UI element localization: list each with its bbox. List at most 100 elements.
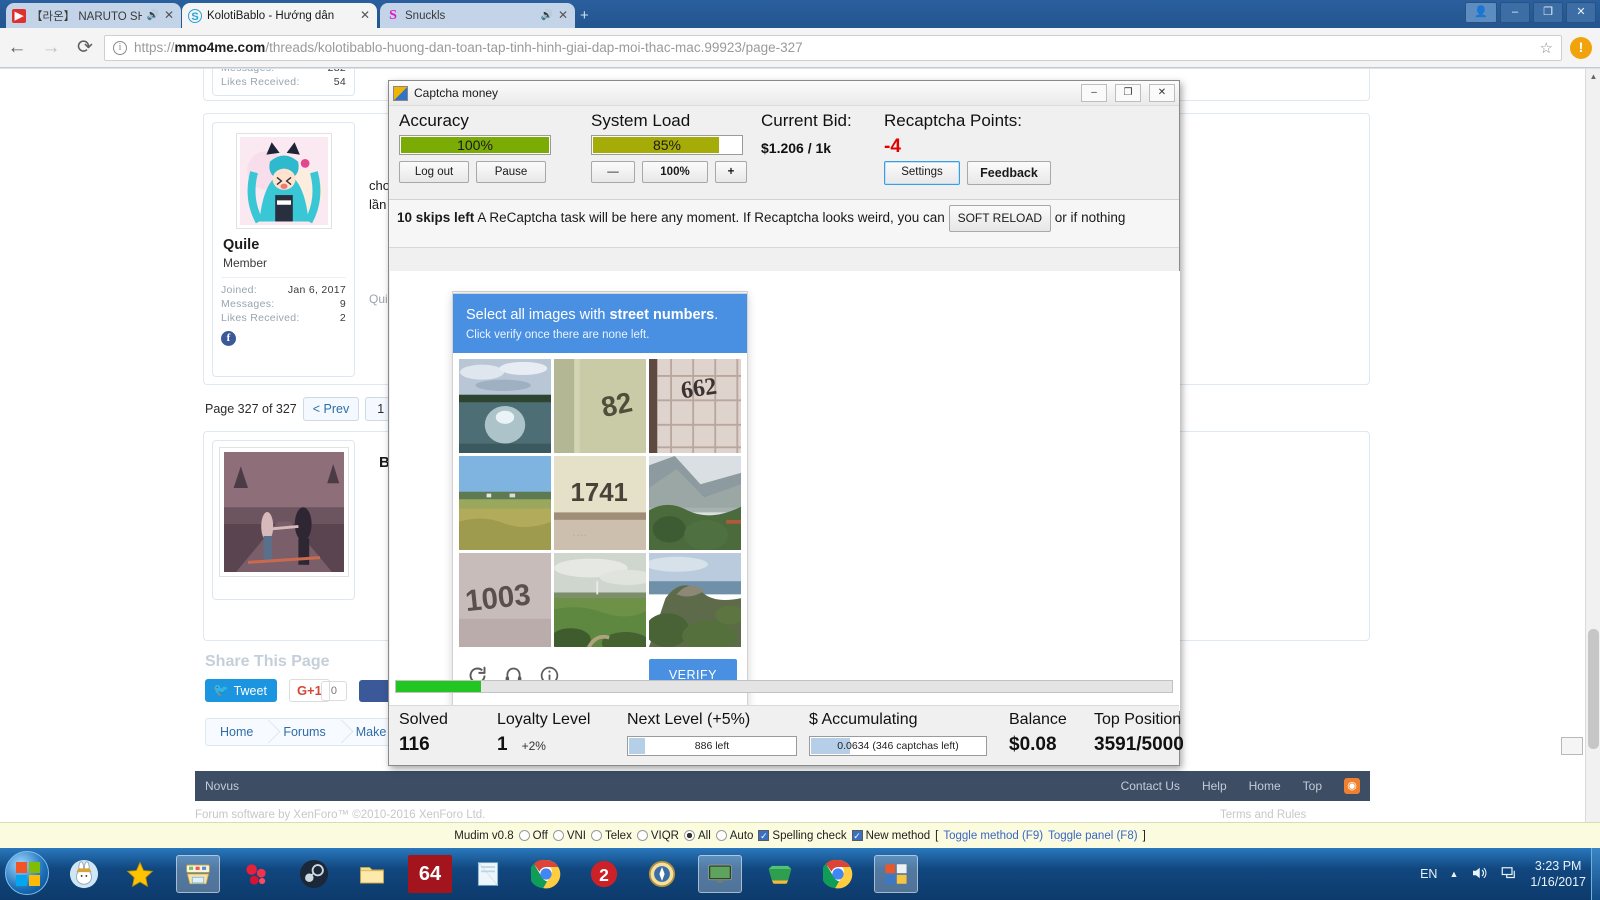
tab-0[interactable]: ▶ 【라온】 NARUTO SH 🔊 ✕ (6, 3, 181, 28)
compass-icon[interactable] (640, 855, 684, 893)
molecule-icon[interactable] (234, 855, 278, 893)
notepad-icon[interactable] (466, 855, 510, 893)
mudim-new-method[interactable]: ✓ New method (851, 830, 930, 842)
captcha-titlebar[interactable]: Captcha money – ❐ ✕ (389, 81, 1179, 106)
recaptcha-tile-1[interactable] (459, 359, 551, 453)
load-value-display[interactable]: 100% (642, 161, 708, 183)
post-thumbnail[interactable] (219, 447, 349, 577)
star-icon[interactable] (118, 855, 162, 893)
back-icon[interactable]: ← (0, 37, 34, 59)
2-icon[interactable]: 2 (582, 855, 626, 893)
maximize-button[interactable]: ❐ (1533, 2, 1563, 23)
show-desktop-button[interactable] (1591, 848, 1600, 900)
prev-page-button[interactable]: < Prev (302, 397, 360, 421)
breadcrumb-forums[interactable]: Forums (269, 719, 341, 745)
forward-icon[interactable]: → (34, 37, 68, 59)
avatar[interactable] (235, 133, 332, 229)
terms-and-rules-link[interactable]: Terms and Rules (1220, 809, 1306, 821)
captcha-minimize-button[interactable]: – (1081, 84, 1107, 102)
resize-handle-box[interactable] (1561, 737, 1583, 755)
page-scrollbar[interactable]: ▲ ▼ (1585, 69, 1600, 838)
checkbox-spelling-icon[interactable]: ✓ (758, 830, 770, 841)
recaptcha-tile-5[interactable]: 1741 ···· (554, 456, 646, 550)
tab-mute-icon[interactable]: 🔊 (147, 10, 159, 21)
bookmark-star-icon[interactable]: ☆ (1540, 39, 1553, 57)
radio-all-icon[interactable] (683, 830, 695, 841)
bunny-icon[interactable] (62, 855, 106, 893)
language-indicator[interactable]: EN (1420, 867, 1437, 881)
soft-reload-button[interactable]: SOFT RELOAD (948, 205, 1052, 232)
64-icon[interactable]: 64 (408, 855, 452, 893)
mudim-option-viqr[interactable]: VIQR (636, 830, 679, 842)
recaptcha-tile-3[interactable]: 662 (649, 359, 741, 453)
explorer-icon[interactable] (176, 855, 220, 893)
footer-link-top[interactable]: Top (1303, 779, 1322, 793)
recaptcha-tile-2[interactable]: 82 (554, 359, 646, 453)
windows-start-icon[interactable] (5, 851, 49, 895)
captcha-maximize-button[interactable]: ❐ (1115, 84, 1141, 102)
show-hidden-icons-icon[interactable]: ▲ (1449, 869, 1458, 879)
clock[interactable]: 3:23 PM 1/16/2017 (1530, 858, 1586, 890)
footer-link-help[interactable]: Help (1202, 779, 1227, 793)
mudim-option-auto[interactable]: Auto (715, 830, 753, 842)
radio-viqr-icon[interactable] (636, 830, 648, 841)
site-info-icon[interactable]: i (113, 40, 127, 55)
reload-icon[interactable]: ⟳ (68, 36, 102, 59)
chrome-menu-icon[interactable]: ! (1570, 36, 1592, 59)
close-button[interactable]: ✕ (1566, 2, 1596, 23)
address-bar[interactable]: i https://mmo4me.com/threads/kolotibablo… (104, 34, 1562, 61)
recaptcha-tile-6[interactable] (649, 456, 741, 550)
breadcrumb-home[interactable]: Home (206, 719, 269, 745)
windows-app-icon[interactable] (874, 855, 918, 893)
recaptcha-tile-7[interactable]: 1003 (459, 553, 551, 647)
radio-off-icon[interactable] (518, 830, 530, 841)
checkbox-new-method-icon[interactable]: ✓ (851, 830, 863, 841)
book-icon[interactable] (758, 855, 802, 893)
monitor-icon[interactable] (698, 855, 742, 893)
user-name[interactable]: Quile (223, 237, 346, 253)
mudim-toggle-panel-link[interactable]: Toggle panel (F8) (1048, 830, 1138, 842)
increase-load-button[interactable]: + (715, 161, 747, 183)
tweet-button[interactable]: 🐦 Tweet (205, 679, 277, 702)
mudim-option-vni[interactable]: VNI (552, 830, 586, 842)
mudim-option-all[interactable]: All (683, 830, 711, 842)
user-profile-icon[interactable]: 👤 (1465, 2, 1497, 23)
system-load-label: System Load (591, 111, 691, 130)
scroll-up-arrow[interactable]: ▲ (1586, 69, 1600, 84)
minimize-button[interactable]: – (1500, 2, 1530, 23)
rss-icon[interactable]: ◉ (1344, 778, 1360, 794)
tab-mute-icon[interactable]: 🔊 (541, 10, 553, 21)
mudim-option-telex[interactable]: Telex (590, 830, 632, 842)
recaptcha-tile-4[interactable] (459, 456, 551, 550)
captcha-close-button[interactable]: ✕ (1149, 84, 1175, 102)
chrome-icon[interactable] (524, 855, 568, 893)
mudim-option-off[interactable]: Off (518, 830, 548, 842)
mudim-toggle-method-link[interactable]: Toggle method (F9) (943, 830, 1043, 842)
mudim-spelling-check[interactable]: ✓ Spelling check (758, 830, 847, 842)
decrease-load-button[interactable]: — (591, 161, 635, 183)
radio-auto-icon[interactable] (715, 830, 727, 841)
footer-link-contact[interactable]: Contact Us (1121, 779, 1180, 793)
network-icon[interactable] (1500, 864, 1518, 885)
radio-vni-icon[interactable] (552, 830, 564, 841)
settings-button[interactable]: Settings (884, 161, 960, 185)
chrome2-icon[interactable] (816, 855, 860, 893)
tab-2[interactable]: S Snuckls 🔊 ✕ (380, 3, 575, 28)
volume-icon[interactable] (1470, 864, 1488, 885)
tab-1[interactable]: S KolotiBablo - Hướng dẫn ✕ (182, 3, 377, 28)
recaptcha-tile-8[interactable] (554, 553, 646, 647)
tab-close-icon[interactable]: ✕ (360, 9, 371, 21)
facebook-icon[interactable]: f (221, 331, 236, 346)
radio-telex-icon[interactable] (590, 830, 602, 841)
steam-icon[interactable] (292, 855, 336, 893)
scrollbar-thumb[interactable] (1588, 629, 1599, 749)
tab-close-icon[interactable]: ✕ (164, 9, 175, 21)
footer-link-home[interactable]: Home (1249, 779, 1281, 793)
logout-button[interactable]: Log out (399, 161, 469, 183)
recaptcha-tile-9[interactable] (649, 553, 741, 647)
feedback-button[interactable]: Feedback (967, 161, 1051, 185)
new-tab-button[interactable]: + (580, 7, 589, 24)
pause-button[interactable]: Pause (476, 161, 546, 183)
folder-icon[interactable] (350, 855, 394, 893)
tab-close-icon[interactable]: ✕ (558, 9, 569, 21)
